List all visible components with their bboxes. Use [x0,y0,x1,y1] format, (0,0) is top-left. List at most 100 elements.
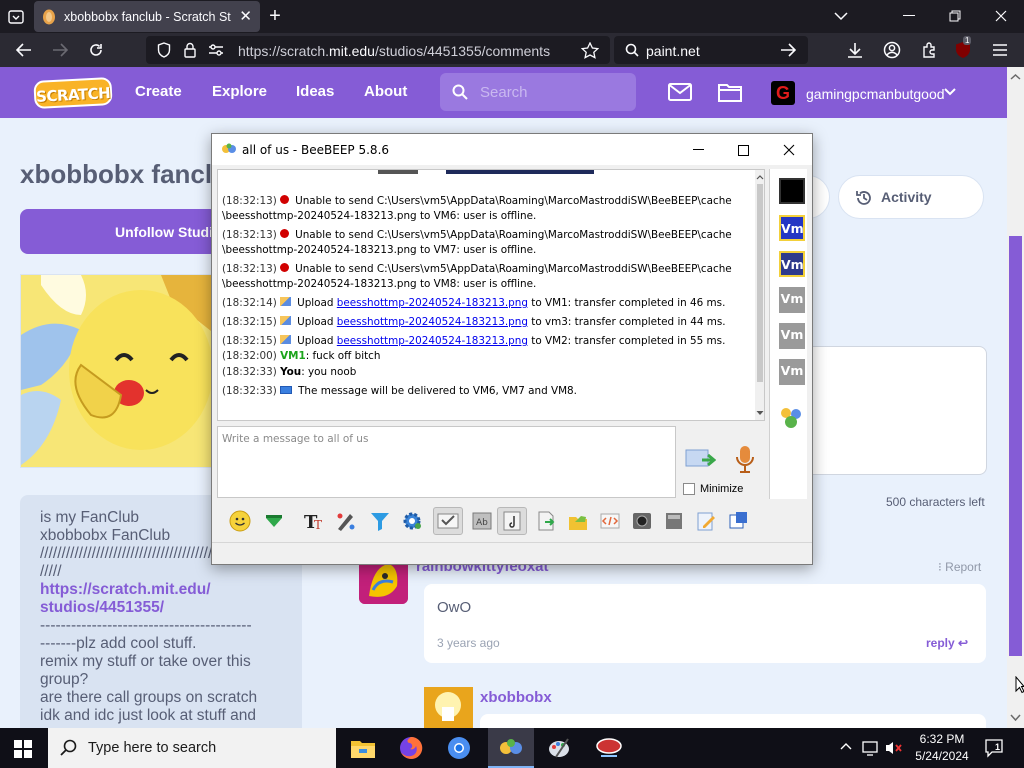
close-window-icon[interactable] [779,140,799,160]
minimize-window-icon[interactable] [688,140,708,160]
user-avatar[interactable] [779,178,805,204]
message-input[interactable]: Write a message to all of us [217,426,676,498]
scratch-logo[interactable]: SCRATCH [33,76,113,110]
spellcheck-toggle-icon[interactable] [433,507,463,535]
beebeep-taskbar-active[interactable] [488,728,534,768]
windows-start-icon[interactable] [14,740,32,758]
beebeep-window-title: all of us - BeeBEEP 5.8.6 [242,143,390,157]
volume-muted-icon[interactable] [884,740,904,756]
search-bar[interactable]: paint.net [614,36,808,64]
search-go-arrow-icon[interactable] [778,40,798,60]
beebeep-network-icon[interactable] [594,734,624,762]
url-bar[interactable]: https://scratch.mit.edu/studios/4451355/… [146,36,610,64]
send-message-icon[interactable] [684,446,716,472]
paint-net-icon[interactable] [544,734,574,762]
user-avatar[interactable]: Vm [779,323,805,349]
ublock-icon[interactable]: 1 [953,36,973,60]
beebeep-title-bar[interactable]: all of us - BeeBEEP 5.8.6 [212,134,812,165]
nav-explore[interactable]: Explore [212,83,267,100]
comment-avatar[interactable] [424,687,473,728]
downloads-icon[interactable] [845,40,865,60]
chrome-icon[interactable] [444,734,474,762]
username[interactable]: gamingpcmanbutgood [806,86,945,102]
font-color-icon[interactable] [335,510,357,532]
file-link[interactable]: beesshottmp-20240524-183213.png [337,297,528,309]
group-members-icon[interactable] [778,405,806,431]
network-status-icon[interactable] [862,740,880,756]
font-icon[interactable]: TT [303,510,325,532]
nav-about[interactable]: About [364,83,407,100]
description-link[interactable]: studios/4451355/ [40,599,282,617]
my-stuff-folder-icon[interactable] [718,82,742,102]
nav-create[interactable]: Create [135,83,182,100]
reply-button[interactable]: reply ↩ [926,636,968,650]
microphone-icon[interactable] [734,444,756,474]
close-window-icon[interactable] [990,5,1012,27]
report-link[interactable]: ⁝ Report [938,560,981,574]
bookmark-star-icon[interactable] [580,40,600,60]
word-completer-icon[interactable]: Ab [471,510,493,532]
permissions-icon[interactable] [206,40,226,60]
detach-window-icon[interactable] [727,510,749,532]
minimize-checkbox[interactable]: Minimize [683,483,743,495]
restore-window-icon[interactable] [944,5,966,27]
settings-gear-icon[interactable] [401,510,423,532]
forward-arrow-icon[interactable] [50,40,70,60]
tracking-shield-icon[interactable] [154,40,174,60]
reply-arrow-icon: ↩ [958,636,969,650]
browser-navigation-bar: https://scratch.mit.edu/studios/4451355/… [0,33,1024,67]
comment-author[interactable]: xbobbobx [480,689,552,706]
expand-green-icon[interactable] [263,510,285,532]
avatar[interactable]: G [771,81,795,105]
reload-icon[interactable] [86,40,106,60]
back-arrow-icon[interactable] [14,40,34,60]
nav-ideas[interactable]: Ideas [296,83,334,100]
new-tab-icon[interactable]: + [264,6,286,28]
send-file-icon[interactable] [567,510,589,532]
unfollow-studio-button[interactable]: Unfollow Studio [20,209,220,254]
firefox-icon[interactable] [396,734,426,762]
scratch-search-input[interactable]: Search [440,73,636,111]
lock-icon[interactable] [180,40,200,60]
tab-overflow-chevron-icon[interactable] [830,5,852,27]
user-avatar[interactable]: Vm [779,215,805,241]
extensions-puzzle-icon[interactable] [919,40,939,60]
tab-list-icon[interactable] [6,8,26,26]
activity-tab-button[interactable]: Activity [838,175,984,219]
filter-icon[interactable] [369,510,391,532]
page-scrollbar-thumb[interactable] [1009,236,1022,656]
taskbar-search-placeholder: Type here to search [88,740,217,756]
file-link[interactable]: beesshottmp-20240524-183213.png [337,316,528,328]
checkbox-box[interactable] [683,483,695,495]
screenshot-camera-icon[interactable] [631,510,653,532]
sound-toggle-icon[interactable] [497,507,527,535]
save-chat-icon[interactable] [535,510,557,532]
taskbar-search-box[interactable]: Type here to search [48,728,336,768]
minimize-window-icon[interactable] [898,5,920,27]
edit-notes-icon[interactable] [695,510,717,532]
emoticon-icon[interactable] [229,510,251,532]
user-avatar[interactable]: Vm [779,251,805,277]
maximize-window-icon[interactable] [733,140,753,160]
beebeep-status-bar [212,542,812,564]
tab-close-icon[interactable]: ✕ [239,9,252,24]
chat-scrollbar-thumb[interactable] [757,184,763,382]
account-icon[interactable] [882,40,902,60]
taskbar-clock[interactable]: 6:32 PM 5/24/2024 [910,731,974,765]
scroll-down-arrow-icon[interactable] [1008,712,1023,724]
user-avatar[interactable]: Vm [779,359,805,385]
chevron-down-icon[interactable] [944,88,956,96]
file-link[interactable]: beesshottmp-20240524-183213.png [337,335,528,347]
comment-input[interactable] [790,346,987,475]
hamburger-menu-icon[interactable] [990,40,1010,60]
chat-log[interactable]: (18:32:13) Unable to send C:\Users\vm5\A… [217,169,765,421]
user-avatar[interactable]: Vm [779,287,805,313]
file-explorer-icon[interactable] [348,734,378,762]
description-link[interactable]: https://scratch.mit.edu/ [40,581,282,599]
clear-chat-icon[interactable] [663,510,685,532]
show-hidden-icons-chevron-icon[interactable] [840,742,852,750]
browser-tab-active[interactable]: xbobbobx fanclub - Scratch Stu ✕ [34,1,260,32]
messages-envelope-icon[interactable] [668,83,692,101]
html-code-icon[interactable] [599,510,621,532]
notification-center-icon[interactable]: 1 [984,738,1004,758]
